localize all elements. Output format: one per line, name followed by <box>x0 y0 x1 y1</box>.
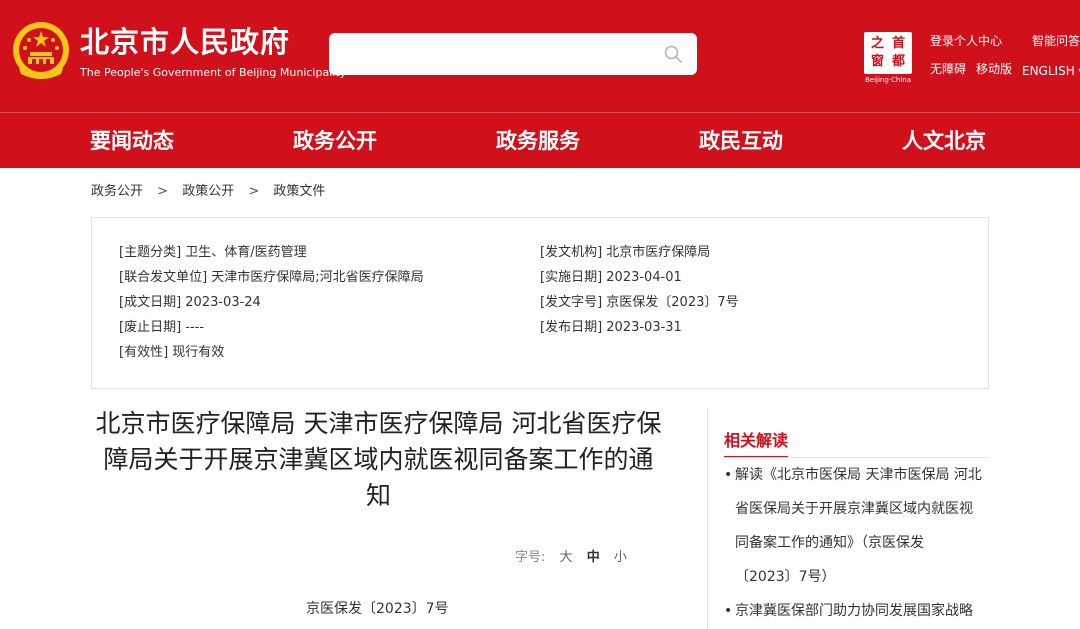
search-icon[interactable] <box>663 44 683 64</box>
site-name[interactable]: 北京市人民政府 <box>80 24 290 60</box>
capital-logo-box: 之 首 窗 都 <box>864 32 912 74</box>
nav-item-gov-services[interactable]: 政务服务 <box>496 127 580 155</box>
meta-publish-date: [发布日期] 2023-03-31 <box>540 319 682 337</box>
related-interpretation-title: 相关解读 <box>724 430 788 458</box>
capital-window-logo[interactable]: 之 首 窗 都 Beijing·China <box>864 32 912 84</box>
bullet-icon: • <box>724 458 732 492</box>
search-box <box>329 33 697 75</box>
article-title-line: 北京市医疗保障局 天津市医疗保障局 河北省医疗保 <box>91 406 666 442</box>
breadcrumb-separator: > <box>157 183 168 201</box>
nav-item-interaction[interactable]: 政民互动 <box>699 127 783 155</box>
capital-logo-glyphs: 之 首 窗 都 <box>867 35 909 71</box>
related-item-line: 〔2023〕7号） <box>724 560 994 594</box>
font-size-label: 字号: <box>515 550 545 565</box>
related-item-line: 同备案工作的通知》（京医保发 <box>724 526 994 560</box>
nav-item-news[interactable]: 要闻动态 <box>90 127 174 155</box>
capital-glyph: 窗 <box>867 53 888 71</box>
related-item[interactable]: • 京津冀医保部门助力协同发展国家战略 <box>724 594 994 628</box>
document-meta-box: [主题分类] 卫生、体育/医药管理 [联合发文单位] 天津市医疗保障局;河北省医… <box>91 217 989 389</box>
breadcrumb-item[interactable]: 政策公开 <box>182 183 234 201</box>
smart-qa-link[interactable]: 智能问答 <box>1032 33 1080 49</box>
capital-glyph: 首 <box>888 35 909 53</box>
main-nav: 要闻动态 政务公开 政务服务 政民互动 人文北京 <box>0 112 1080 168</box>
font-size-large-button[interactable]: 大 <box>560 550 573 565</box>
english-link[interactable]: ENGLISH ▾ <box>1022 63 1080 79</box>
capital-logo-caption: Beijing·China <box>864 76 912 84</box>
meta-subject: [主题分类] 卫生、体育/医药管理 <box>119 244 307 262</box>
site-subtitle: The People's Government of Beijing Munic… <box>80 66 346 80</box>
column-divider <box>707 408 708 629</box>
mobile-link[interactable]: 移动版 <box>976 61 1012 77</box>
article-title-line: 障局关于开展京津冀区域内就医视同备案工作的通 <box>91 442 666 478</box>
capital-glyph: 都 <box>888 53 909 71</box>
accessibility-link[interactable]: 无障碍 <box>930 61 966 77</box>
breadcrumb-item[interactable]: 政策文件 <box>273 183 325 201</box>
search-input[interactable] <box>341 41 641 67</box>
meta-repeal-date: [废止日期] ---- <box>119 319 204 337</box>
article-title-line: 知 <box>91 478 666 514</box>
article-doc-number: 京医保发〔2023〕7号 <box>306 599 449 619</box>
bullet-icon: • <box>724 594 732 628</box>
login-link[interactable]: 登录个人中心 <box>930 33 1002 49</box>
meta-joint-issuers: [联合发文单位] 天津市医疗保障局;河北省医疗保障局 <box>119 269 424 287</box>
font-size-small-button[interactable]: 小 <box>614 550 627 565</box>
article-title: 北京市医疗保障局 天津市医疗保障局 河北省医疗保 障局关于开展京津冀区域内就医视… <box>91 406 666 514</box>
related-item-line: 解读《北京市医保局 天津市医保局 河北 <box>724 458 994 492</box>
breadcrumb-item[interactable]: 政务公开 <box>91 183 143 201</box>
related-item-line: 京津冀医保部门助力协同发展国家战略 <box>724 594 994 628</box>
meta-validity: [有效性] 现行有效 <box>119 344 224 362</box>
related-item-line: 省医保局关于开展京津冀区域内就医视 <box>724 492 994 526</box>
font-size-medium-button[interactable]: 中 <box>587 550 600 565</box>
nav-item-gov-affairs-public[interactable]: 政务公开 <box>293 127 377 155</box>
font-size-switcher: 字号: 大 中 小 <box>515 549 627 567</box>
nav-item-culture-beijing[interactable]: 人文北京 <box>902 127 986 155</box>
related-item[interactable]: • 解读《北京市医保局 天津市医保局 河北 省医保局关于开展京津冀区域内就医视 … <box>724 458 994 594</box>
meta-effective-date: [实施日期] 2023-04-01 <box>540 269 682 287</box>
meta-doc-number: [发文字号] 京医保发〔2023〕7号 <box>540 294 739 312</box>
meta-written-date: [成文日期] 2023-03-24 <box>119 294 261 312</box>
header-bar: 北京市人民政府 The People's Government of Beiji… <box>0 0 1080 112</box>
breadcrumb: 政务公开 > 政策公开 > 政策文件 <box>91 183 325 201</box>
meta-issuing-agency: [发文机构] 北京市医疗保障局 <box>540 244 710 262</box>
breadcrumb-separator: > <box>248 183 259 201</box>
capital-glyph: 之 <box>867 35 888 53</box>
national-emblem-icon[interactable] <box>11 20 71 84</box>
